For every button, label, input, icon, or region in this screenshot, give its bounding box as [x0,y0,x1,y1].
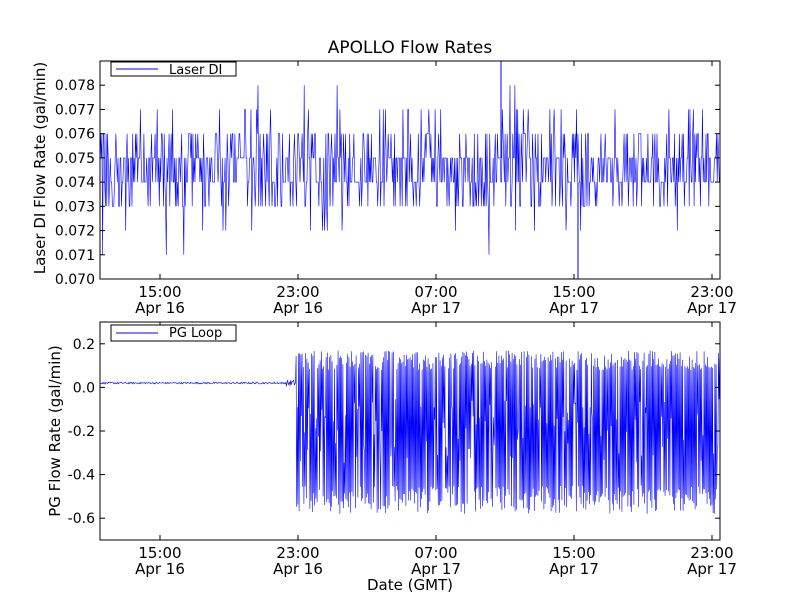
y-tick-label: 0.076 [55,127,95,143]
y-tick-label: 0.073 [55,199,95,215]
pg-loop-legend: PG Loop [110,324,237,342]
x-axis-label: Date (GMT) [367,576,453,594]
laser-di-legend: Laser DI [110,61,237,78]
legend-label-laser-di: Laser DI [169,63,222,78]
x-tick-date-label: Apr 17 [687,299,737,317]
x-tick-date-label: Apr 16 [273,560,323,578]
y-tick-label: 0.075 [55,151,95,167]
laser-di-y-axis-label: Laser DI Flow Rate (gal/min) [31,62,49,274]
y-tick-label: -0.2 [68,424,95,440]
x-tick-date-label: Apr 16 [273,299,323,317]
figure: APOLLO Flow Rates 0.070 0.071 0.072 0.073 0.… [0,0,800,600]
x-tick-date-label: Apr 16 [135,299,185,317]
y-tick-label: 0.072 [55,224,95,240]
y-tick-label: 0.0 [73,380,95,396]
legend-label-pg-loop: PG Loop [169,326,222,341]
x-tick-date-label: Apr 16 [135,560,185,578]
y-tick-label: 0.070 [55,272,95,288]
y-tick-label: 0.2 [73,337,95,353]
y-tick-label: 0.077 [55,102,95,118]
pg-loop-y-axis-label: PG Flow Rate (gal/min) [46,345,64,517]
y-tick-label: 0.074 [55,175,95,191]
x-tick-date-label: Apr 17 [549,299,599,317]
chart-title: APOLLO Flow Rates [328,38,493,58]
y-tick-label: -0.4 [68,468,95,484]
y-tick-label: -0.6 [68,511,95,527]
x-tick-date-label: Apr 17 [411,299,461,317]
y-tick-label: 0.071 [55,248,95,264]
y-tick-label: 0.078 [55,78,95,94]
x-tick-date-label: Apr 17 [549,560,599,578]
x-tick-date-label: Apr 17 [687,560,737,578]
